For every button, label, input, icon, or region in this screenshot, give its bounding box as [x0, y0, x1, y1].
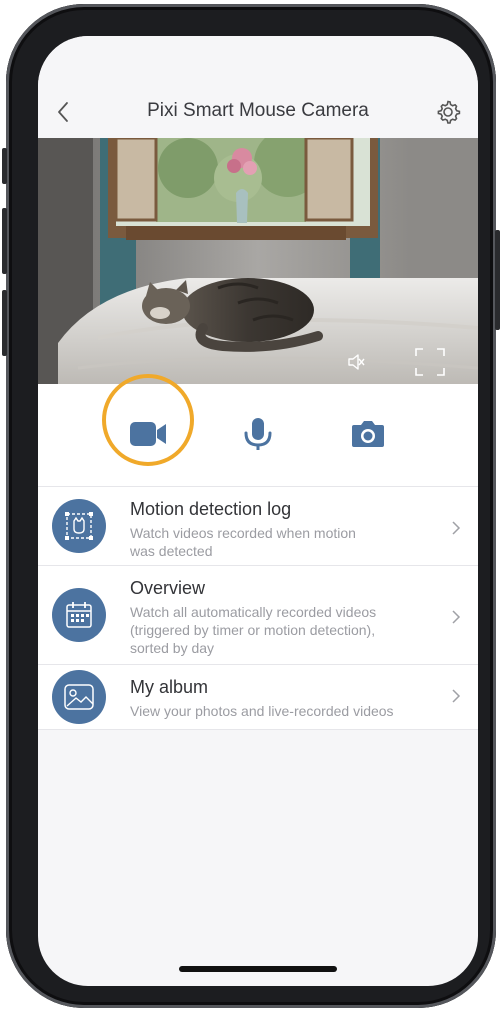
back-button[interactable]	[52, 98, 74, 126]
home-indicator[interactable]	[179, 966, 337, 972]
phone-volume-up	[2, 208, 7, 274]
settings-button[interactable]	[434, 98, 462, 126]
phone-silent-switch	[2, 148, 7, 184]
gear-icon	[437, 100, 461, 124]
phone-power-button	[495, 230, 500, 330]
motion-detection-log-title: Motion detection log	[130, 499, 292, 519]
chevron-right-icon	[452, 521, 461, 535]
video-camera-icon	[130, 422, 166, 446]
feature-list: Motion detection log Watch videos record…	[38, 486, 478, 730]
top-bar: Pixi Smart Mouse Camera	[38, 36, 478, 138]
chevron-right-icon	[452, 689, 461, 703]
live-camera-feed[interactable]	[38, 138, 478, 384]
snapshot-button[interactable]	[338, 404, 398, 464]
microphone-button[interactable]	[228, 404, 288, 464]
fullscreen-button[interactable]	[414, 347, 446, 377]
list-item-motion-detection-log[interactable]: Motion detection log Watch videos record…	[38, 486, 478, 565]
page-title: Pixi Smart Mouse Camera	[147, 100, 369, 121]
speaker-muted-icon	[348, 354, 365, 370]
camera-feed-image	[38, 138, 478, 384]
my-album-desc: View your photos and live-recorded video…	[130, 703, 394, 719]
overview-desc: Watch all automatically recorded videos(…	[130, 604, 377, 656]
calendar-icon	[52, 588, 106, 642]
microphone-icon	[244, 418, 272, 450]
motion-detection-icon	[52, 499, 106, 553]
chevron-left-icon	[58, 102, 68, 122]
fullscreen-icon	[415, 348, 445, 376]
phone-volume-down	[2, 290, 7, 356]
my-album-title: My album	[130, 677, 209, 697]
camera-icon	[352, 421, 384, 447]
mute-button[interactable]	[346, 352, 366, 372]
overview-title: Overview	[130, 578, 206, 598]
chevron-right-icon	[452, 610, 461, 624]
app-screen: Pixi Smart Mouse Camera Motion detection…	[38, 36, 478, 986]
list-item-my-album[interactable]: My album View your photos and live-recor…	[38, 664, 478, 730]
list-item-overview[interactable]: Overview Watch all automatically recorde…	[38, 565, 478, 664]
record-video-button[interactable]	[118, 404, 178, 464]
camera-controls-bar	[38, 384, 478, 486]
photo-album-icon	[52, 670, 106, 724]
motion-detection-log-desc: Watch videos recorded when motion was det…	[130, 525, 356, 559]
